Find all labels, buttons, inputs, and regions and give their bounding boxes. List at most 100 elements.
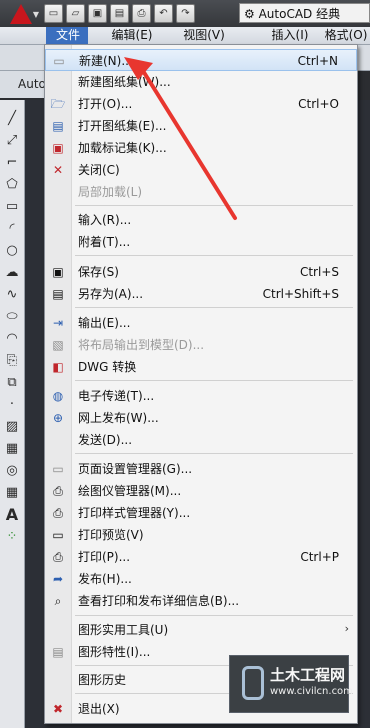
autocad-logo-icon — [10, 3, 32, 24]
hatch-icon[interactable]: ▨ — [3, 418, 21, 436]
line-tool-icon[interactable]: ╱ — [3, 110, 21, 128]
mtext-icon[interactable]: A — [3, 506, 21, 524]
save-icon: ▣ — [52, 265, 64, 279]
menu-item-drawing-utilities[interactable]: 图形实用工具(U) › — [45, 619, 357, 641]
title-bar: ▼ ▭ ▱ ▣ ▤ ⎙ ↶ ↷ ⚙ AutoCAD 经典 — [0, 0, 370, 27]
menu-item-print[interactable]: ⎙ 打印(P)... Ctrl+P — [45, 546, 357, 568]
menu-item-etransmit[interactable]: ◍ 电子传递(T)... — [45, 385, 357, 407]
menu-edit[interactable]: 编辑(E) — [104, 27, 160, 44]
close-doc-icon: ✕ — [52, 163, 64, 177]
publish-web-icon: ⊕ — [52, 411, 64, 425]
menu-item-print-preview[interactable]: ▭ 打印预览(V) — [45, 524, 357, 546]
make-block-icon[interactable]: ⧉ — [3, 374, 21, 392]
open-sheetset-icon: ▤ — [52, 119, 64, 133]
menu-separator — [75, 453, 353, 454]
menu-item-page-setup[interactable]: ▭ 页面设置管理器(G)... — [45, 458, 357, 480]
chevron-right-icon: › — [344, 622, 349, 635]
rectangle-icon[interactable]: ▭ — [3, 198, 21, 216]
menu-item-send[interactable]: 发送(D)... — [45, 429, 357, 451]
menu-insert[interactable]: 插入(I) — [262, 27, 318, 44]
menu-separator — [75, 307, 353, 308]
menu-item-dwg-convert[interactable]: ◧ DWG 转换 — [45, 356, 357, 378]
redo-icon[interactable]: ↷ — [176, 4, 195, 23]
menu-separator — [75, 205, 353, 206]
menu-item-publish-web[interactable]: ⊕ 网上发布(W)... — [45, 407, 357, 429]
menu-item-close[interactable]: ✕ 关闭(C) — [45, 159, 357, 181]
menu-item-export-layout: ▧ 将布局输出到模型(D)... — [45, 334, 357, 356]
spline-icon[interactable]: ∿ — [3, 286, 21, 304]
page-setup-icon: ▭ — [52, 462, 64, 476]
dwg-convert-icon: ◧ — [52, 360, 64, 374]
menu-separator — [75, 255, 353, 256]
menu-item-partial-load: 局部加载(L) — [78, 185, 143, 199]
watermark-badge-icon — [242, 666, 264, 700]
menu-separator — [75, 380, 353, 381]
workspace-label: AutoCAD 经典 — [258, 7, 341, 21]
plot-details-icon: ⌕ — [54, 594, 62, 608]
menu-item-new[interactable]: ▭ 新建(N)... Ctrl+N — [45, 49, 357, 71]
workspace-toolbar: Auto — [0, 71, 50, 98]
open-folder-icon: 🗁 — [50, 97, 66, 111]
menu-item-open-sheetset[interactable]: ▤ 打开图纸集(E)... — [45, 115, 357, 137]
draw-toolbar: ╱ ⤢ ⌐ ⬠ ▭ ◜ ○ ☁ ∿ ⬭ ◠ ⎘ ⧉ · ▨ ▦ ◎ ▦ A ⁘ — [0, 100, 25, 728]
save-as-icon: ▤ — [52, 287, 64, 301]
save-icon[interactable]: ▣ — [88, 4, 107, 23]
menu-item-import[interactable]: 输入(R)... — [45, 209, 357, 231]
gradient-icon[interactable]: ▦ — [3, 440, 21, 458]
menu-item-attach[interactable]: 附着(T)... — [45, 231, 357, 253]
menu-item-plotter-manager[interactable]: ⎙ 绘图仪管理器(M)... — [45, 480, 357, 502]
menu-format[interactable]: 格式(O) — [322, 27, 370, 44]
print-icon: ⎙ — [53, 550, 63, 564]
menu-item-open[interactable]: 🗁 打开(O)... Ctrl+O — [45, 93, 357, 115]
menu-separator — [75, 615, 353, 616]
menu-item-publish[interactable]: ➦ 发布(H)... — [45, 568, 357, 590]
menu-item-load-markup[interactable]: ▣ 加载标记集(K)... — [45, 137, 357, 159]
insert-block-icon[interactable]: ⎘ — [3, 352, 21, 370]
drawing-properties-icon: ▤ — [52, 645, 64, 659]
polygon-icon[interactable]: ⬠ — [3, 176, 21, 194]
new-file-icon: ▭ — [53, 54, 65, 68]
point-icon[interactable]: · — [3, 396, 21, 414]
new-file-icon[interactable]: ▭ — [44, 4, 63, 23]
menu-file[interactable]: 文件(F) — [46, 27, 88, 59]
construction-line-icon[interactable]: ⤢ — [3, 132, 21, 150]
chevron-down-icon: ▼ — [32, 10, 39, 19]
plot-style-icon: ⎙ — [53, 506, 63, 520]
menu-bar: 文件(F) 编辑(E) 视图(V) 插入(I) 格式(O) — [0, 27, 370, 59]
plotter-icon: ⎙ — [53, 484, 63, 498]
print-icon[interactable]: ⎙ — [132, 4, 151, 23]
save-as-icon[interactable]: ▤ — [110, 4, 129, 23]
open-folder-icon[interactable]: ▱ — [66, 4, 85, 23]
application-menu-button[interactable]: ▼ — [0, 0, 42, 27]
file-menu: ▭ 新建(N)... Ctrl+N 新建图纸集(W)... 🗁 打开(O)...… — [44, 44, 358, 724]
menu-item-save-as[interactable]: ▤ 另存为(A)... Ctrl+Shift+S — [45, 283, 357, 305]
ellipse-icon[interactable]: ⬭ — [3, 308, 21, 326]
etransmit-icon: ◍ — [52, 389, 64, 403]
arc-icon[interactable]: ◜ — [3, 220, 21, 238]
watermark-url: www.civilcn.com — [270, 686, 353, 697]
menu-item-plot-style-manager[interactable]: ⎙ 打印样式管理器(Y)... — [45, 502, 357, 524]
revcloud-icon[interactable]: ☁ — [3, 264, 21, 282]
region-icon[interactable]: ◎ — [3, 462, 21, 480]
circle-icon[interactable]: ○ — [3, 242, 21, 260]
export-icon: ⇥ — [52, 316, 64, 330]
watermark-title: 土木工程网 — [270, 666, 346, 684]
menu-item-plot-details[interactable]: ⌕ 查看打印和发布详细信息(B)... — [45, 590, 357, 612]
publish-icon: ➦ — [52, 572, 64, 586]
menu-item-new-sheetset[interactable]: 新建图纸集(W)... — [45, 71, 357, 93]
table-icon[interactable]: ▦ — [3, 484, 21, 502]
markup-icon: ▣ — [52, 141, 64, 155]
polyline-icon[interactable]: ⌐ — [3, 154, 21, 172]
menu-view[interactable]: 视图(V) — [176, 27, 232, 44]
exit-icon: ✖ — [52, 702, 64, 716]
undo-icon[interactable]: ↶ — [154, 4, 173, 23]
print-preview-icon: ▭ — [52, 528, 64, 542]
ellipse-arc-icon[interactable]: ◠ — [3, 330, 21, 348]
menu-item-export[interactable]: ⇥ 输出(E)... — [45, 312, 357, 334]
workspace-toolbar-label: Auto — [18, 77, 46, 91]
layout-export-icon: ▧ — [52, 338, 64, 352]
gear-icon: ⚙ — [244, 7, 255, 21]
menu-item-save[interactable]: ▣ 保存(S) Ctrl+S — [45, 261, 357, 283]
add-selected-icon[interactable]: ⁘ — [3, 528, 21, 546]
workspace-selector[interactable]: ⚙ AutoCAD 经典 — [239, 3, 370, 23]
